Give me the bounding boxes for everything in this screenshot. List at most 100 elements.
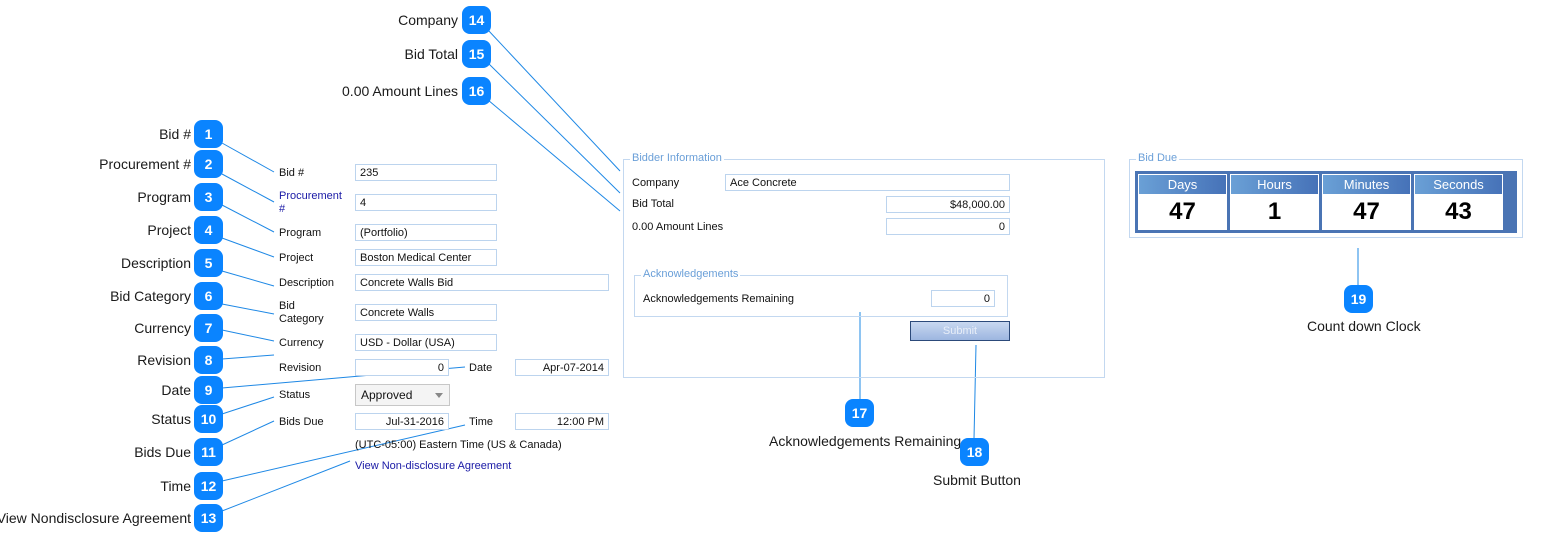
- currency-label: Currency: [279, 337, 324, 349]
- bid-category-label-line1: Bid: [279, 300, 295, 312]
- bid-category-label-line2: Category: [279, 313, 324, 325]
- callout-label-bids-due: Bids Due: [134, 444, 191, 460]
- callout-label-bid-category: Bid Category: [110, 288, 191, 304]
- bid-no-label: Bid #: [279, 167, 305, 179]
- bid-no-field[interactable]: 235: [355, 164, 497, 181]
- time-field[interactable]: 12:00 PM: [515, 413, 609, 430]
- callout-label-description: Description: [120, 255, 191, 271]
- connector-3: [221, 204, 275, 233]
- project-field[interactable]: Boston Medical Center: [355, 249, 497, 266]
- callout-badge-10: 10: [194, 405, 223, 433]
- bid-total-field[interactable]: $48,000.00: [886, 196, 1010, 213]
- callout-badge-13: 13: [194, 504, 223, 532]
- callout-badge-19: 19: [1344, 285, 1373, 313]
- callout-label-acknowledgements: Acknowledgements Remaining: [769, 433, 962, 449]
- callout-badge-4: 4: [194, 216, 223, 244]
- procurement-no-label[interactable]: Procurement #: [279, 190, 342, 216]
- acknowledgements-legend: Acknowledgements: [641, 268, 741, 280]
- status-label: Status: [279, 389, 311, 401]
- callout-label-bid-no: Bid #: [159, 126, 191, 142]
- connector-1: [221, 142, 275, 173]
- callout-badge-7: 7: [194, 314, 223, 342]
- connector-13: [221, 460, 351, 512]
- timezone-text: (UTC-05:00) Eastern Time (US & Canada): [355, 439, 562, 451]
- callout-label-countdown: Count down Clock: [1307, 318, 1421, 334]
- amount-lines-label: 0.00 Amount Lines: [632, 221, 724, 233]
- chevron-down-icon: [435, 393, 443, 398]
- countdown-days: Days 47: [1138, 174, 1227, 230]
- date-label: Date: [469, 362, 493, 374]
- bid-category-field[interactable]: Concrete Walls: [355, 304, 497, 321]
- callout-label-company: Company: [398, 12, 458, 28]
- countdown-seconds-label: Seconds: [1415, 175, 1502, 194]
- bids-due-label: Bids Due: [279, 416, 324, 428]
- callout-badge-3: 3: [194, 183, 223, 211]
- countdown-hours: Hours 1: [1230, 174, 1319, 230]
- callout-badge-6: 6: [194, 282, 223, 310]
- callout-badge-9: 9: [194, 376, 223, 404]
- connector-16: [487, 99, 621, 212]
- bid-due-legend: Bid Due: [1136, 152, 1180, 164]
- procurement-label-line2: #: [279, 203, 286, 215]
- callout-label-currency: Currency: [134, 320, 191, 336]
- countdown-days-label: Days: [1139, 175, 1226, 194]
- callout-badge-17: 17: [845, 399, 874, 427]
- callout-badge-18: 18: [960, 438, 989, 466]
- bids-due-field[interactable]: Jul-31-2016: [355, 413, 449, 430]
- acknowledgements-remaining-label: Acknowledgements Remaining: [643, 293, 795, 305]
- callout-badge-2: 2: [194, 150, 223, 178]
- countdown-seconds: Seconds 43: [1414, 174, 1503, 230]
- description-label: Description: [279, 277, 335, 289]
- project-label: Project: [279, 252, 314, 264]
- callout-label-time: Time: [160, 478, 191, 494]
- countdown-clock: Days 47 Hours 1 Minutes 47 Seconds 43: [1135, 171, 1517, 233]
- callout-label-procurement-no: Procurement #: [99, 156, 191, 172]
- callout-badge-12: 12: [194, 472, 223, 500]
- bidder-information-legend: Bidder Information: [630, 152, 724, 164]
- countdown-seconds-value: 43: [1445, 198, 1472, 225]
- revision-field[interactable]: 0: [355, 359, 449, 376]
- program-field[interactable]: (Portfolio): [355, 224, 497, 241]
- connector-14: [487, 29, 621, 172]
- countdown-hours-value: 1: [1267, 198, 1282, 225]
- status-select-value: Approved: [361, 388, 413, 402]
- procurement-no-field[interactable]: 4: [355, 194, 497, 211]
- countdown-days-value: 47: [1169, 198, 1196, 225]
- callout-badge-8: 8: [194, 346, 223, 374]
- amount-lines-field[interactable]: 0: [886, 218, 1010, 235]
- submit-button[interactable]: Submit: [910, 321, 1010, 341]
- description-field[interactable]: Concrete Walls Bid: [355, 274, 609, 291]
- callout-label-amount-lines: 0.00 Amount Lines: [342, 83, 458, 99]
- bid-total-label: Bid Total: [632, 198, 674, 210]
- callout-badge-16: 16: [462, 77, 491, 105]
- bid-category-label: Bid Category: [279, 300, 324, 326]
- countdown-minutes-label: Minutes: [1323, 175, 1410, 194]
- callout-badge-1: 1: [194, 120, 223, 148]
- callout-label-program: Program: [137, 189, 191, 205]
- connector-11: [221, 420, 275, 446]
- callout-label-bid-total: Bid Total: [404, 46, 458, 62]
- connector-15: [487, 62, 621, 194]
- callout-label-submit: Submit Button: [933, 472, 1021, 488]
- callout-label-date: Date: [161, 382, 191, 398]
- callout-label-view-nda: View Nondisclosure Agreement: [0, 510, 191, 526]
- company-label: Company: [632, 177, 680, 189]
- company-field[interactable]: Ace Concrete: [725, 174, 1010, 191]
- callout-label-revision: Revision: [137, 352, 191, 368]
- date-field[interactable]: Apr-07-2014: [515, 359, 609, 376]
- time-label: Time: [469, 416, 494, 428]
- connector-8: [221, 354, 275, 360]
- countdown-hours-label: Hours: [1231, 175, 1318, 194]
- revision-label: Revision: [279, 362, 322, 374]
- countdown-minutes: Minutes 47: [1322, 174, 1411, 230]
- view-nda-link[interactable]: View Non-disclosure Agreement: [355, 460, 511, 472]
- connector-12: [221, 424, 466, 482]
- callout-badge-11: 11: [194, 438, 223, 466]
- acknowledgements-remaining-field[interactable]: 0: [931, 290, 995, 307]
- callout-badge-15: 15: [462, 40, 491, 68]
- currency-field[interactable]: USD - Dollar (USA): [355, 334, 497, 351]
- connector-4: [221, 237, 275, 258]
- status-select[interactable]: Approved: [355, 384, 450, 406]
- callout-badge-14: 14: [462, 6, 491, 34]
- connector-7: [221, 329, 275, 342]
